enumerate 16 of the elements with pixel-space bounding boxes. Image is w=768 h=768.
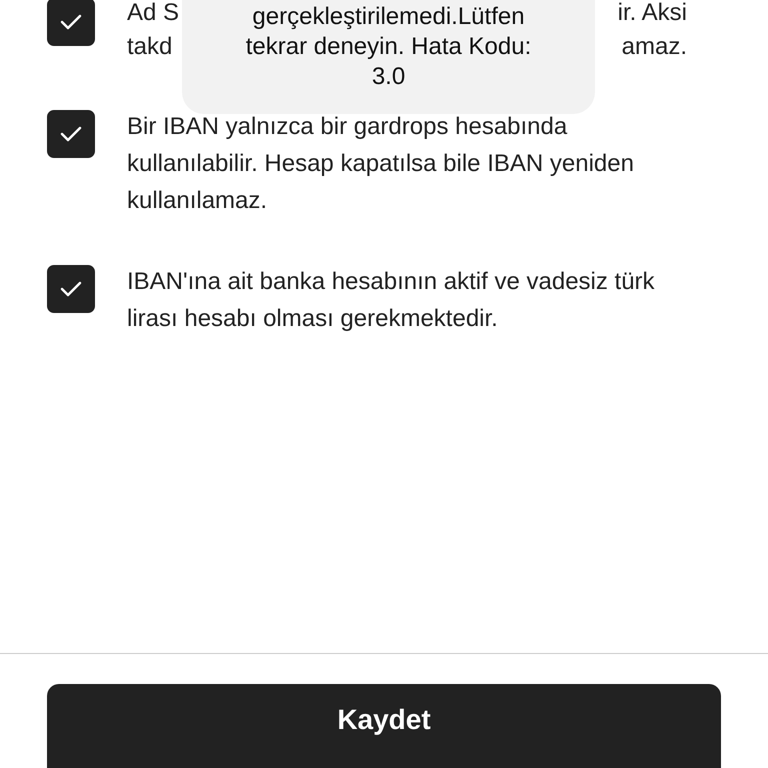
- checkbox[interactable]: [47, 0, 95, 46]
- error-message: gerçekleştirilemedi.Lütfen: [252, 2, 525, 32]
- checkmark-icon: [60, 281, 82, 297]
- checkmark-icon: [60, 126, 82, 142]
- error-message: 3.0: [372, 62, 406, 92]
- checkmark-icon: [60, 14, 82, 30]
- condition-text: amaz.: [622, 32, 687, 62]
- condition-text: Bir IBAN yalnızca bir gardrops hesabında kullanılabilir. Hesap kapatılsa bile IBAN yeniden kullanılamaz.: [127, 112, 635, 216]
- condition-text: IBAN'ına ait banka hesabının aktif ve vadesiz türk lirası hesabı olması gerekmektedir.: [127, 267, 656, 334]
- checkbox[interactable]: [47, 265, 95, 313]
- checkbox[interactable]: [47, 110, 95, 158]
- condition-text: takd: [127, 32, 174, 62]
- condition-text: Ad S: [127, 0, 180, 28]
- save-button[interactable]: Kaydet: [47, 684, 721, 768]
- error-message: tekrar deneyin. Hata Kodu:: [246, 32, 532, 62]
- condition-text: ir. Aksi: [618, 0, 687, 28]
